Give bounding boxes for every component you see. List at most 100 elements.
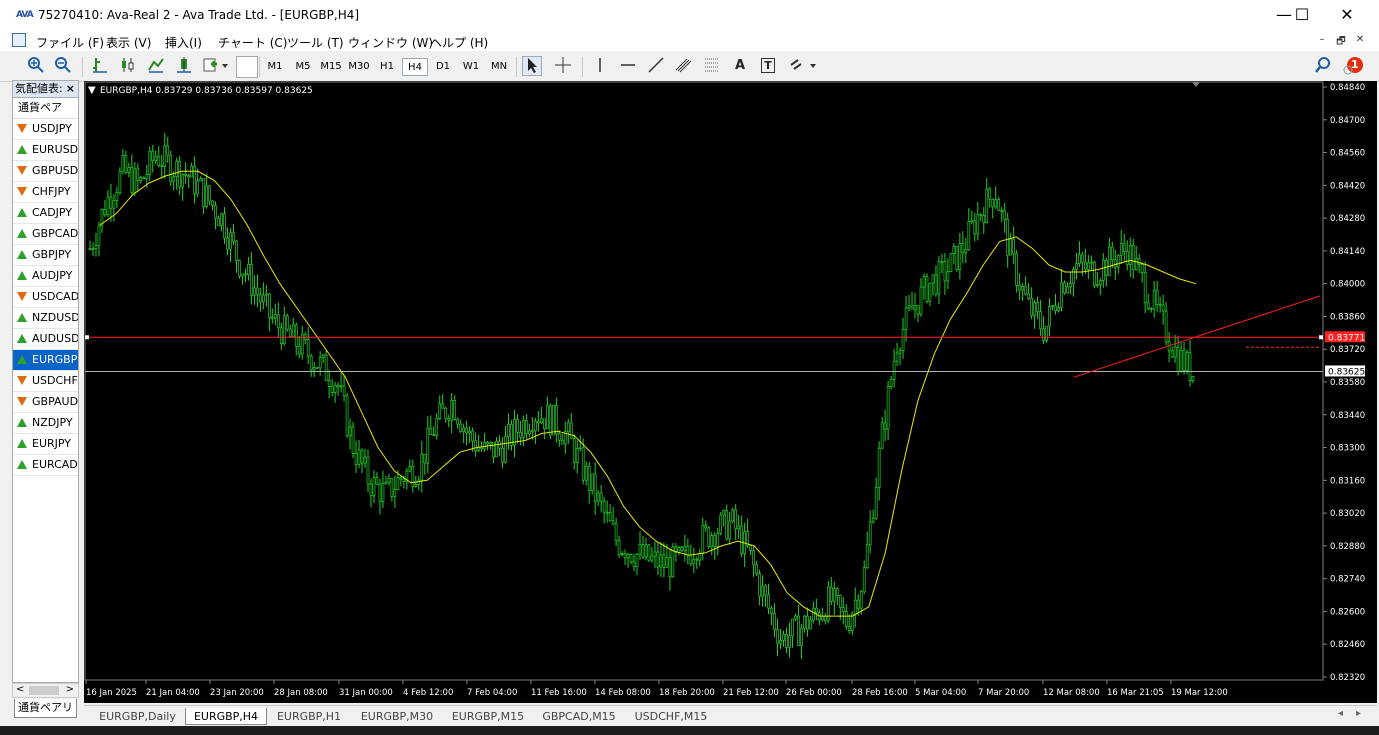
symbol-row-audjpy[interactable]: AUDJPY — [13, 266, 78, 287]
candle-body — [157, 156, 161, 166]
tabs-scroll-right-icon[interactable]: ▸ — [1356, 708, 1361, 719]
symbol-row-usdjpy[interactable]: USDJPY — [13, 119, 78, 140]
market-watch-close-icon[interactable]: × — [66, 81, 75, 97]
symbol-row-chfjpy[interactable]: CHFJPY — [13, 182, 78, 203]
menu-insert[interactable]: 挿入(I) — [165, 34, 202, 51]
indicators-icon[interactable] — [202, 56, 228, 76]
symbol-row-gbpcad[interactable]: GBPCAD — [13, 224, 78, 245]
candle-body — [291, 324, 295, 337]
channel-icon[interactable] — [674, 56, 694, 76]
symbol-row-gbpaud[interactable]: GBPAUD — [13, 392, 78, 413]
scroll-left-arrow-icon[interactable]: < — [16, 684, 24, 695]
line-chart-icon[interactable] — [146, 56, 166, 76]
horizontal-line-handle-left[interactable] — [85, 335, 89, 340]
crosshair-icon[interactable] — [553, 56, 573, 76]
timeframe-d1[interactable]: D1 — [430, 58, 456, 76]
maximize-button[interactable]: ☐ — [1280, 4, 1324, 26]
timeframe-m15[interactable]: M15 — [318, 58, 344, 76]
candle-body — [761, 585, 764, 597]
arrows-icon[interactable] — [788, 56, 818, 76]
candle-body — [1170, 350, 1174, 358]
timeframe-w1[interactable]: W1 — [458, 58, 484, 76]
menu-view[interactable]: 表示 (V) — [106, 34, 151, 51]
timeframe-h1[interactable]: H1 — [374, 58, 400, 76]
horizontal-line-handle-right[interactable] — [1319, 335, 1323, 340]
time-tick-label: 19 Mar 12:00 — [1171, 688, 1228, 698]
symbol-row-gbpjpy[interactable]: GBPJPY — [13, 245, 78, 266]
mdi-minimize-button[interactable]: – — [1314, 34, 1330, 48]
menu-tools[interactable]: ツール (T) — [287, 34, 344, 51]
candle-body — [193, 165, 196, 195]
symbol-row-usdchf[interactable]: USDCHF — [13, 371, 78, 392]
chart-tab-eurgbp-m30[interactable]: EURGBP,M30 — [351, 708, 443, 725]
symbol-row-gbpusd[interactable]: GBPUSD — [13, 161, 78, 182]
symbol-column-header[interactable]: 通貨ペア — [13, 98, 78, 119]
candle-body — [543, 418, 546, 429]
menu-file[interactable]: ファイル (F) — [36, 34, 104, 51]
close-button[interactable]: ✕ — [1325, 4, 1369, 26]
chart-tab-gbpcad-m15[interactable]: GBPCAD,M15 — [533, 708, 625, 725]
mdi-close-button[interactable]: ✕ — [1352, 34, 1368, 48]
candle-body — [572, 438, 576, 463]
scroll-thumb[interactable] — [29, 686, 59, 695]
symbol-row-nzdjpy[interactable]: NZDJPY — [13, 413, 78, 434]
chart-tab-eurgbp-h1[interactable]: EURGBP,H1 — [267, 708, 351, 725]
symbol-row-audusd[interactable]: AUDUSD — [13, 329, 78, 350]
cursor-icon[interactable] — [522, 56, 542, 76]
market-watch-scrollbar[interactable]: < > — [12, 683, 79, 698]
candle-body — [611, 520, 615, 525]
symbol-row-eurgbp[interactable]: EURGBP — [13, 350, 78, 371]
timeframe-m5[interactable]: M5 — [290, 58, 316, 76]
vertical-line-icon[interactable] — [590, 56, 610, 76]
price-chart[interactable]: ▼ EURGBP,H4 0.83729 0.83736 0.83597 0.83… — [84, 81, 1377, 703]
mdi-restore-button[interactable]: 🗗 — [1333, 34, 1349, 48]
symbol-row-eurcad[interactable]: EURCAD — [13, 455, 78, 476]
chart-window-icon[interactable] — [12, 33, 26, 47]
chart-tab-usdchf-m15[interactable]: USDCHF,M15 — [625, 708, 717, 725]
menu-help[interactable]: ヘルプ (H) — [430, 34, 488, 51]
symbol-row-eurjpy[interactable]: EURJPY — [13, 434, 78, 455]
symbols-tab[interactable]: 通貨ペアリ — [14, 699, 77, 718]
symbol-row-eurusd[interactable]: EURUSD — [13, 140, 78, 161]
candle-body — [363, 456, 367, 464]
chart-tab-eurgbp-h4[interactable]: EURGBP,H4 — [185, 708, 267, 725]
candle-body — [91, 248, 95, 250]
symbol-row-nzdusd[interactable]: NZDUSD — [13, 308, 78, 329]
chart-tab-eurgbp-m15[interactable]: EURGBP,M15 — [443, 708, 533, 725]
horizontal-line-icon[interactable] — [618, 56, 638, 76]
scroll-right-arrow-icon[interactable]: > — [66, 684, 74, 695]
bar-chart-icon[interactable] — [90, 56, 110, 76]
timeframe-mn[interactable]: MN — [486, 58, 512, 76]
text-tool-icon[interactable]: A — [730, 56, 750, 76]
menu-chart[interactable]: チャート (C) — [218, 34, 287, 51]
timeframe-m30[interactable]: M30 — [346, 58, 372, 76]
candle-body — [205, 185, 208, 207]
candle-body — [375, 477, 379, 485]
zoom-out-icon[interactable] — [53, 56, 73, 76]
price-tick-label: 0.84280 — [1330, 214, 1365, 224]
symbol-name: USDCHF — [32, 374, 78, 387]
timeframe-m1[interactable]: M1 — [262, 58, 288, 76]
candlestick-icon[interactable] — [118, 56, 138, 76]
chart-area[interactable]: ▼ EURGBP,H4 0.83729 0.83736 0.83597 0.83… — [84, 81, 1377, 703]
zoom-in-icon[interactable] — [26, 56, 46, 76]
menu-window[interactable]: ウィンドウ (W) — [348, 34, 433, 51]
chart-shift-icon[interactable] — [174, 56, 194, 76]
notification-badge[interactable]: 1 — [1342, 56, 1364, 76]
symbol-row-usdcad[interactable]: USDCAD — [13, 287, 78, 308]
toolbar-separator — [82, 57, 83, 77]
symbol-name: USDCAD — [32, 290, 78, 303]
candle-body — [994, 199, 998, 208]
candle-body — [644, 544, 648, 558]
search-icon[interactable] — [1313, 56, 1333, 76]
tabs-scroll-left-icon[interactable]: ◂ — [1338, 708, 1343, 719]
template-box[interactable] — [236, 56, 258, 78]
text-label-icon[interactable]: T — [758, 56, 778, 76]
timeframe-h4[interactable]: H4 — [402, 58, 428, 76]
symbol-row-cadjpy[interactable]: CADJPY — [13, 203, 78, 224]
chart-tab-eurgbp-daily[interactable]: EURGBP,Daily — [90, 708, 185, 725]
candle-body — [285, 315, 289, 330]
candle-body — [312, 367, 316, 371]
fibonacci-icon[interactable] — [702, 56, 722, 76]
trendline-icon[interactable] — [646, 56, 666, 76]
